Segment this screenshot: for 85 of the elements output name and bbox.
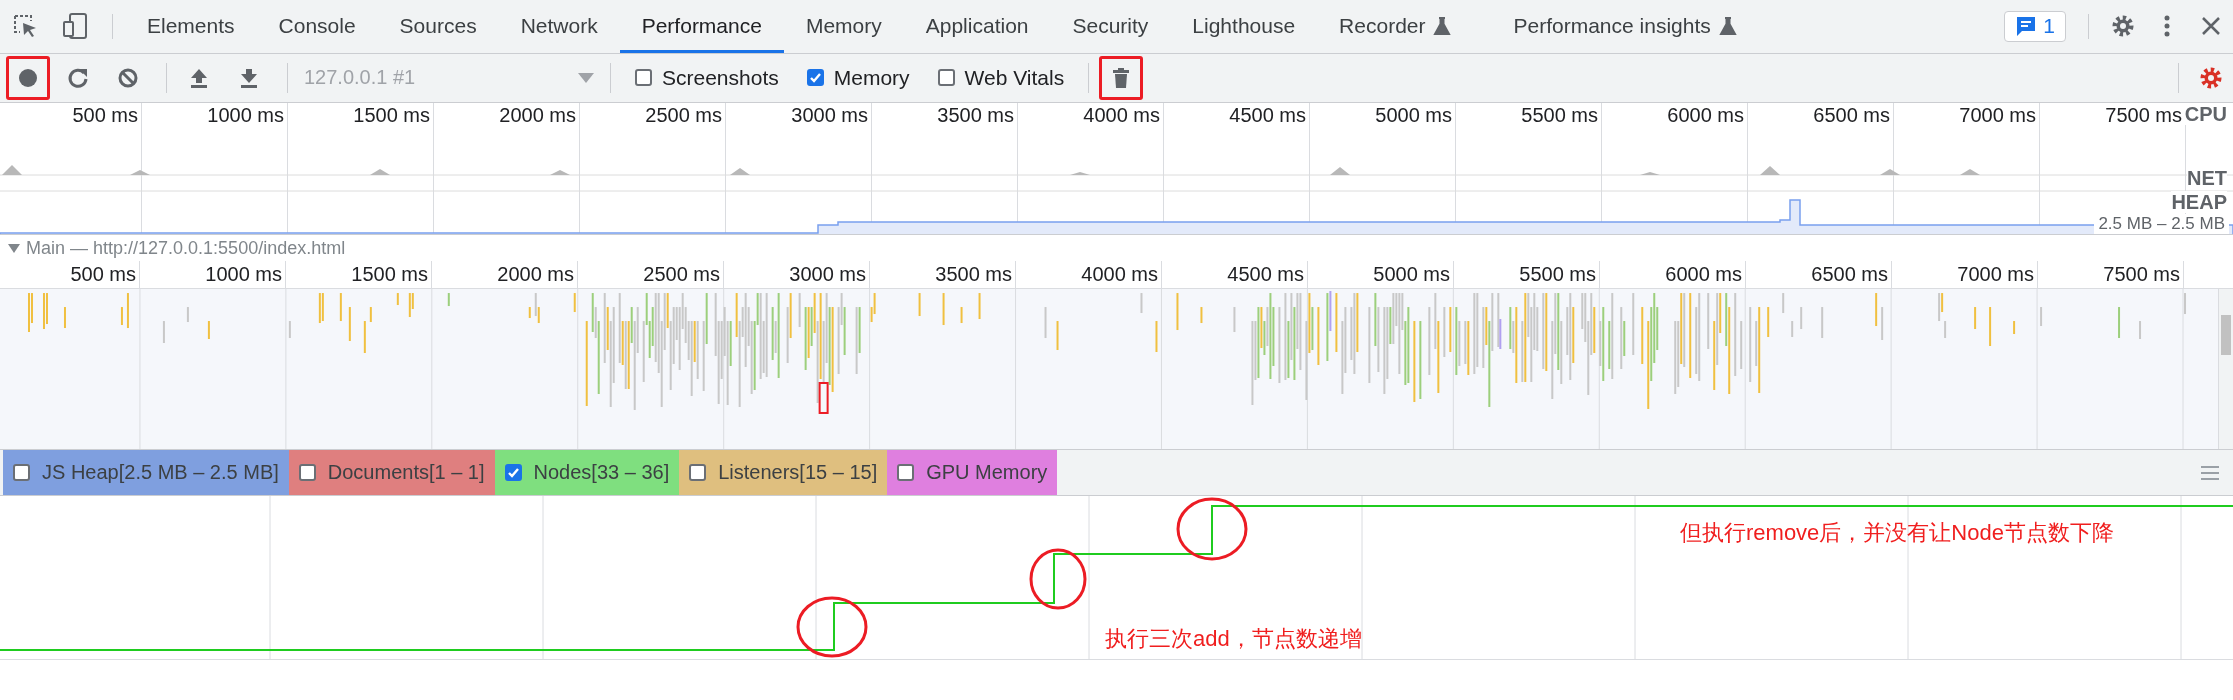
download-icon (238, 66, 260, 89)
time-tick-label: 500 ms (70, 263, 136, 286)
time-tick-label: 3500 ms (937, 103, 1014, 126)
counter-toggle[interactable]: GPU Memory (887, 450, 1058, 496)
inspect-icon (12, 13, 38, 40)
highlight-box (818, 382, 829, 415)
checkbox[interactable] (897, 464, 915, 482)
checkbox[interactable] (806, 69, 824, 87)
time-tick-label: 7500 ms (2103, 263, 2180, 286)
annotation-text: 执行三次add，节点数递增 (1105, 625, 1362, 654)
reload-icon (67, 66, 89, 89)
time-tick-label: 2000 ms (499, 103, 576, 126)
trash-button[interactable] (1099, 55, 1144, 100)
time-tick-label: 5000 ms (1375, 103, 1452, 126)
track-label: HEAP (2171, 190, 2227, 213)
time-tick-label: 2500 ms (645, 103, 722, 126)
counter-toggle[interactable]: Nodes[33 – 36] (494, 450, 680, 496)
record-button[interactable] (6, 55, 50, 100)
counter-toggle[interactable]: Listeners[15 – 15] (679, 450, 888, 496)
time-tick-label: 7000 ms (1959, 103, 2036, 126)
checkbox[interactable] (635, 69, 652, 87)
annotation-circle (796, 596, 868, 658)
time-tick-label: 3000 ms (789, 263, 866, 286)
time-tick-label: 2000 ms (497, 263, 574, 286)
time-tick-label: 1500 ms (353, 103, 430, 126)
menu-icon (2201, 465, 2219, 480)
tab[interactable]: Recorder (1317, 0, 1492, 53)
time-tick-label: 6500 ms (1813, 103, 1890, 126)
time-tick-label: 4000 ms (1081, 263, 1158, 286)
heap-range-label: 2.5 MB – 2.5 MB (2094, 213, 2229, 234)
time-tick-label: 5500 ms (1521, 103, 1598, 126)
counter-toggle[interactable]: JS Heap[2.5 MB – 2.5 MB] (3, 450, 289, 496)
time-tick-label: 500 ms (72, 103, 138, 126)
capture-option[interactable]: Web Vitals (937, 65, 1065, 90)
track-title: Main — http://127.0.0.1:5500/index.html (26, 237, 346, 259)
tab[interactable]: Performance insights (1491, 0, 1777, 53)
close-icon (2201, 16, 2221, 37)
capture-option[interactable]: Memory (806, 65, 910, 90)
dropdown-arrow-icon (578, 72, 594, 83)
time-tick-label: 2500 ms (643, 263, 720, 286)
tab[interactable]: Memory (783, 0, 904, 53)
capture-option[interactable]: Screenshots (635, 65, 779, 90)
time-tick-label: 1000 ms (207, 103, 284, 126)
record-icon (17, 66, 39, 89)
message-icon (2015, 15, 2038, 38)
tab[interactable]: Security (1050, 0, 1171, 53)
checkbox[interactable] (937, 69, 955, 87)
track-label: CPU (2184, 102, 2227, 125)
time-tick-label: 7500 ms (2105, 103, 2182, 126)
issues-count: 1 (2043, 14, 2055, 39)
time-tick-label: 4500 ms (1227, 263, 1304, 286)
time-tick-label: 4000 ms (1083, 103, 1160, 126)
counter-toggle[interactable]: Documents[1 – 1] (288, 450, 495, 496)
time-tick-label: 4500 ms (1229, 103, 1306, 126)
tab[interactable]: Sources (377, 0, 499, 53)
tab[interactable]: Network (498, 0, 620, 53)
expand-triangle-icon[interactable] (8, 243, 20, 253)
time-tick-label: 6500 ms (1811, 263, 1888, 286)
device-toolbar-icon (62, 12, 88, 41)
tab[interactable]: Elements (125, 0, 257, 53)
time-tick-label: 7000 ms (1957, 263, 2034, 286)
time-tick-label: 5500 ms (1519, 263, 1596, 286)
checkbox[interactable] (13, 464, 30, 482)
annotation-circle (1176, 497, 1248, 561)
checkbox[interactable] (298, 464, 316, 482)
tab[interactable]: Lighthouse (1170, 0, 1318, 53)
tab[interactable]: Application (903, 0, 1051, 53)
time-tick-label: 5000 ms (1373, 263, 1450, 286)
checkbox[interactable] (689, 464, 707, 482)
scrollbar-thumb[interactable] (2221, 315, 2231, 356)
time-tick-label: 3500 ms (935, 263, 1012, 286)
capture-settings-icon[interactable] (2199, 65, 2223, 90)
time-tick-label: 6000 ms (1665, 263, 1742, 286)
annotation-text: 但执行remove后，并没有让Node节点数下降 (1680, 519, 2114, 548)
issues-button[interactable]: 1 (2004, 11, 2066, 42)
more-menu-icon (2163, 14, 2171, 39)
clear-icon (117, 66, 139, 89)
tab[interactable]: Console (256, 0, 378, 53)
time-tick-label: 6000 ms (1667, 103, 1744, 126)
settings-icon (2111, 14, 2135, 39)
time-tick-label: 1000 ms (205, 263, 282, 286)
checkbox[interactable] (504, 464, 522, 482)
time-tick-label: 3000 ms (791, 103, 868, 126)
annotation-circle (1029, 548, 1087, 610)
time-tick-label: 1500 ms (351, 263, 428, 286)
